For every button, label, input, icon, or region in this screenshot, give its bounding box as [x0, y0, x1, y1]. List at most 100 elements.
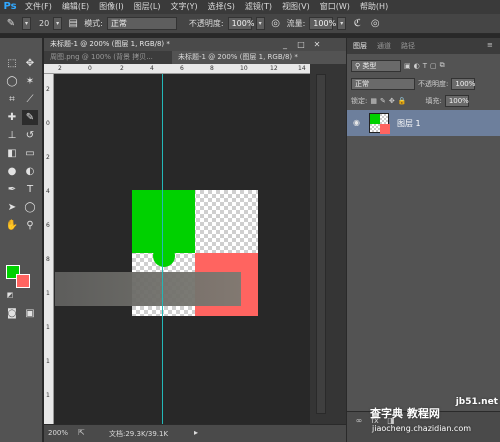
vertical-scrollbar[interactable] — [316, 74, 326, 414]
move-tool-icon[interactable]: ✥ — [22, 56, 38, 71]
ruler-tick-label: 1 — [46, 392, 50, 399]
filter-adjust-icon[interactable]: ◐ — [414, 62, 420, 70]
fill-field[interactable]: 100% — [444, 94, 469, 107]
minimize-icon[interactable]: _ — [279, 40, 291, 50]
menu-bar: Ps 文件(F) 编辑(E) 图像(I) 图层(L) 文字(Y) 选择(S) 滤… — [0, 0, 500, 14]
type-tool-icon[interactable]: T — [22, 182, 38, 197]
blur-tool-icon[interactable]: ● — [4, 164, 20, 179]
eyedropper-tool-icon[interactable]: ⟋ — [22, 92, 38, 107]
ruler-tick-label: 2 — [120, 65, 124, 72]
panel-menu-icon[interactable]: ≡ — [487, 41, 493, 49]
tab-document-1[interactable]: 未标题-1 @ 200% (图层 1, RGB/8) * — [172, 51, 346, 64]
dodge-tool-icon[interactable]: ◐ — [22, 164, 38, 179]
tab-document-2[interactable]: 周图.png @ 100% (背景 拷贝... — [44, 51, 172, 64]
history-brush-tool-icon[interactable]: ↺ — [22, 128, 38, 143]
lock-all-icon[interactable]: 🔒 — [398, 97, 407, 105]
tool-preset-dropdown[interactable]: ▾ — [22, 17, 31, 30]
zoom-tool-icon[interactable]: ⚲ — [22, 218, 38, 233]
layer-kind-select[interactable]: ⚲ 类型 — [351, 59, 401, 72]
brush-size-value[interactable]: 20 — [39, 19, 49, 28]
brush-tool-icon[interactable]: ✎ — [4, 17, 18, 31]
pressure-opacity-icon[interactable]: ◎ — [269, 17, 283, 31]
menu-file[interactable]: 文件(F) — [20, 0, 57, 14]
options-bar: ✎ ▾ 20 ▾ ▤ 模式: 正常 不透明度: 100% ▾ ◎ 流量: 100… — [0, 14, 500, 34]
lock-position-icon[interactable]: ✥ — [389, 97, 395, 105]
brush-picker-dropdown[interactable]: ▾ — [53, 17, 63, 30]
watermark: jb51.net 查字典 教程网 — [370, 396, 498, 420]
menu-type[interactable]: 文字(Y) — [165, 0, 202, 14]
gray-bar-overlay — [55, 272, 241, 306]
menu-filter[interactable]: 滤镜(T) — [240, 0, 277, 14]
marquee-tool-icon[interactable]: ⬚ — [4, 56, 20, 71]
menu-image[interactable]: 图像(I) — [94, 0, 129, 14]
crop-tool-icon[interactable]: ⌗ — [4, 92, 20, 107]
ruler-tick-label: 0 — [88, 65, 92, 72]
filter-smart-icon[interactable]: ⧉ — [440, 61, 445, 70]
quick-mask-icon[interactable]: ◙ — [4, 306, 20, 321]
opacity-dropdown[interactable]: ▾ — [255, 17, 265, 30]
visibility-eye-icon[interactable]: ◉ — [353, 118, 360, 127]
layer-row[interactable]: ◉ 图层 1 — [347, 110, 500, 136]
vertical-ruler[interactable]: 2 0 2 4 6 8 1 1 1 1 — [44, 74, 54, 424]
tab-layers[interactable]: 图层 — [353, 41, 367, 51]
tab-channels[interactable]: 通道 — [377, 41, 391, 51]
blend-mode-select[interactable]: 正常 — [351, 77, 415, 90]
lock-transparency-icon[interactable]: ▦ — [370, 97, 377, 105]
eraser-tool-icon[interactable]: ◧ — [4, 146, 20, 161]
ruler-tick-label: 8 — [46, 256, 50, 263]
pen-tool-icon[interactable]: ✒ — [4, 182, 20, 197]
photoshop-logo: Ps — [3, 1, 17, 12]
flow-dropdown[interactable]: ▾ — [337, 17, 347, 30]
brush-panel-icon[interactable]: ▤ — [66, 17, 80, 31]
panel-tab-bar: 图层 通道 路径 ≡ — [347, 38, 500, 54]
flow-field[interactable]: 100% — [309, 17, 336, 30]
ruler-tick-label: 2 — [46, 86, 50, 93]
export-icon[interactable]: ⇱ — [78, 428, 85, 437]
menu-select[interactable]: 选择(S) — [203, 0, 240, 14]
menu-help[interactable]: 帮助(H) — [355, 0, 393, 14]
lock-label: 锁定: — [351, 96, 368, 105]
airbrush-icon[interactable]: ℭ — [350, 17, 364, 31]
restore-icon[interactable]: □ — [295, 40, 307, 50]
screen-mode-icon[interactable]: ▣ — [22, 306, 38, 321]
default-colors-icon[interactable]: ◩ — [2, 288, 18, 303]
tab-paths[interactable]: 路径 — [401, 41, 415, 51]
gradient-tool-icon[interactable]: ▭ — [22, 146, 38, 161]
pressure-size-icon[interactable]: ◎ — [368, 17, 382, 31]
healing-brush-tool-icon[interactable]: ✚ — [4, 110, 20, 125]
ellipse-tool-icon[interactable]: ◯ — [22, 200, 38, 215]
menu-edit[interactable]: 编辑(E) — [57, 0, 94, 14]
status-menu-arrow-icon[interactable]: ▸ — [194, 428, 198, 437]
clone-stamp-tool-icon[interactable]: ⊥ — [4, 128, 20, 143]
fill-label: 填充: — [425, 96, 442, 105]
layer-opacity-field[interactable]: 100% — [451, 77, 475, 90]
filter-shape-icon[interactable]: ▢ — [430, 62, 437, 70]
filter-type-icon[interactable]: T — [423, 62, 427, 70]
background-color-swatch[interactable] — [16, 274, 30, 288]
horizontal-ruler[interactable]: 2 0 2 4 6 8 10 12 14 — [44, 64, 310, 74]
path-selection-tool-icon[interactable]: ➤ — [4, 200, 20, 215]
opacity-field[interactable]: 100% — [227, 17, 254, 30]
green-circle-shape — [153, 245, 175, 267]
ruler-tick-label: 4 — [150, 65, 154, 72]
filter-pixel-icon[interactable]: ▣ — [404, 62, 411, 70]
brush-tool-icon[interactable]: ✎ — [22, 110, 38, 125]
menu-layer[interactable]: 图层(L) — [129, 0, 166, 14]
hand-tool-icon[interactable]: ✋ — [4, 218, 20, 233]
lasso-tool-icon[interactable]: ◯ — [4, 74, 20, 89]
vertical-guide[interactable] — [162, 74, 163, 424]
document-size-info: 文档:29.3K/39.1K — [109, 430, 169, 438]
blend-opacity-row: 正常 不透明度: 100% — [351, 76, 497, 91]
zoom-level[interactable]: 200% — [48, 429, 68, 437]
canvas-area[interactable] — [55, 74, 310, 424]
magic-wand-tool-icon[interactable]: ✶ — [22, 74, 38, 89]
menu-view[interactable]: 视图(V) — [277, 0, 315, 14]
close-icon[interactable]: ✕ — [311, 40, 323, 50]
layer-name[interactable]: 图层 1 — [397, 118, 421, 129]
ruler-tick-label: 1 — [46, 324, 50, 331]
menu-window[interactable]: 窗口(W) — [315, 0, 355, 14]
mode-select[interactable]: 正常 — [106, 17, 177, 30]
link-layers-icon[interactable]: ∞ — [353, 416, 365, 428]
lock-pixels-icon[interactable]: ✎ — [380, 97, 386, 105]
thumbnail-red-square — [380, 124, 390, 134]
